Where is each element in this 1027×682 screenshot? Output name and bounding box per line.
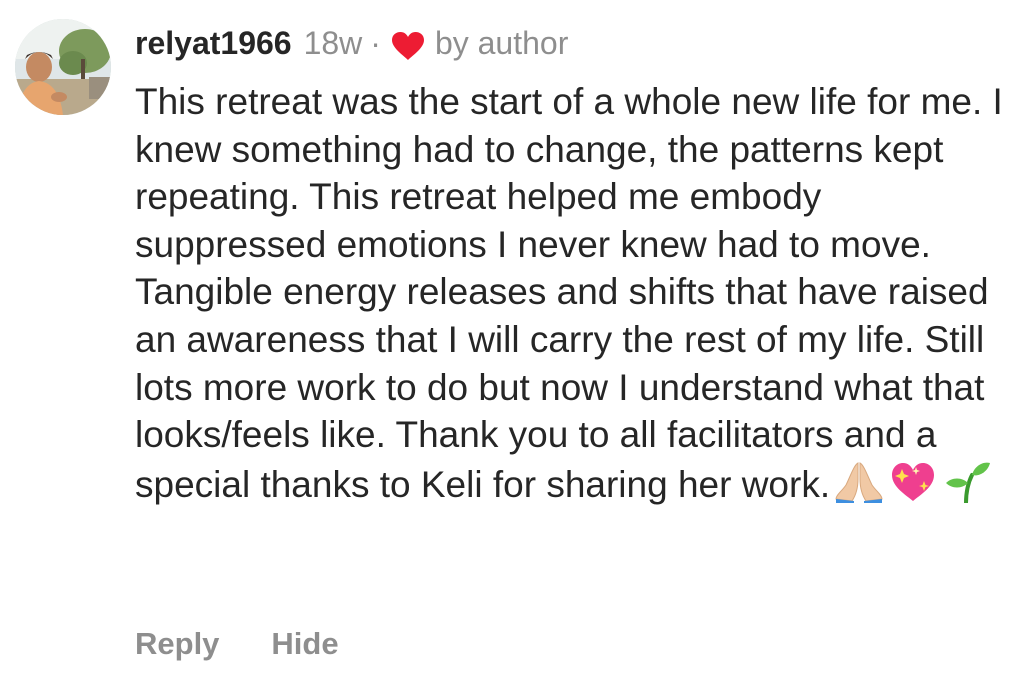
comment-age: 18w — [303, 25, 363, 61]
seedling-emoji — [942, 459, 992, 515]
reply-button[interactable]: Reply — [135, 624, 219, 664]
folded-hands-emoji — [834, 459, 884, 515]
comment-header: relyat1966 18w · by author — [135, 21, 568, 65]
heart-icon — [391, 28, 425, 60]
comment-body: This retreat was the start of a whole ne… — [135, 78, 1015, 514]
sparkling-heart-emoji — [888, 459, 938, 515]
comment-actions: Reply Hide — [135, 624, 339, 664]
hide-button[interactable]: Hide — [271, 624, 338, 664]
avatar-photo — [15, 19, 111, 115]
separator-dot: · — [370, 25, 381, 61]
avatar[interactable] — [15, 19, 111, 115]
username[interactable]: relyat1966 — [135, 21, 292, 65]
comment-text: This retreat was the start of a whole ne… — [135, 81, 1003, 505]
comment: relyat1966 18w · by author This retreat … — [0, 0, 1027, 682]
liked-by-author-label: by author — [434, 25, 569, 61]
